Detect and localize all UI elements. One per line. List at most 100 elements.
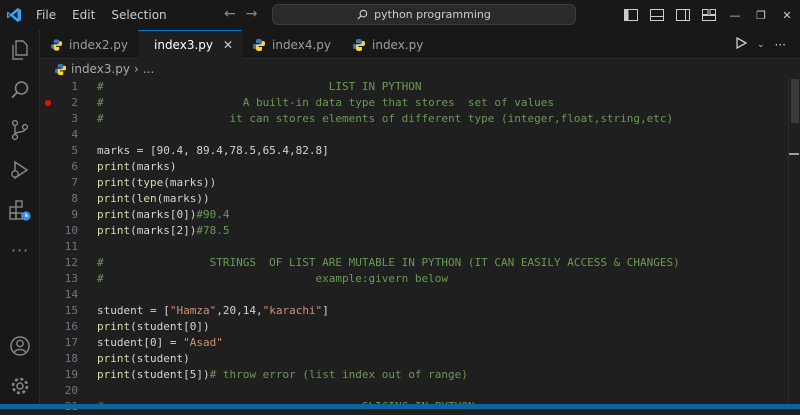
line-number: 19 [64, 368, 78, 381]
close-tab-icon[interactable]: ✕ [223, 38, 233, 52]
tab-label: index2.py [69, 37, 128, 52]
run-file-icon[interactable] [736, 36, 748, 52]
manage-gear-icon[interactable] [6, 372, 34, 400]
line-number: 1 [71, 80, 78, 93]
vertical-scrollbar[interactable] [788, 79, 800, 409]
close-window-icon[interactable]: ✕ [774, 0, 800, 30]
tab-index[interactable]: index.py [342, 30, 438, 59]
nav-arrows: ← → [224, 6, 257, 22]
editor-tabs: index2.py index3.py ✕ index4.py index.py [40, 30, 800, 59]
menu-edit[interactable]: Edit [64, 8, 103, 22]
code-token: "Asad" [183, 336, 223, 349]
code-token: len [136, 192, 157, 205]
code-line[interactable]: print(student) [97, 351, 190, 367]
code-token: print [97, 208, 131, 221]
breadcrumb: index3.py › ... [40, 59, 800, 79]
code-token: (marks) [130, 160, 177, 173]
code-line[interactable]: # it can stores elements of different ty… [97, 111, 673, 127]
code-line[interactable]: print(marks[2])#78.5 [97, 223, 229, 239]
code-line[interactable]: print(type(marks)) [97, 175, 216, 191]
python-file-icon [253, 38, 265, 51]
code-line[interactable]: print(student[5])# throw error (list ind… [97, 367, 468, 383]
code-line[interactable]: print(marks) [97, 159, 176, 175]
status-bar [0, 404, 800, 409]
chevron-down-icon[interactable]: ⌄ [757, 40, 765, 50]
code-token: # STRINGS OF LIST ARE MUTABLE IN PYTHON … [97, 256, 680, 269]
line-number: 20 [64, 384, 78, 397]
toggle-panel-icon[interactable] [644, 0, 670, 30]
restore-icon[interactable]: ❐ [748, 0, 774, 30]
minimize-icon[interactable]: — [722, 0, 748, 30]
line-number: 11 [64, 240, 78, 253]
menu-file[interactable]: File [28, 8, 64, 22]
breakpoint-dot[interactable] [45, 100, 51, 106]
forward-arrow-icon[interactable]: → [246, 6, 258, 22]
python-file-icon [353, 38, 365, 51]
chevron-right-icon: › [134, 62, 139, 76]
code-token: # LIST IN PYTHON [97, 80, 422, 93]
overview-ruler-cursor [789, 153, 799, 155]
line-number: 9 [71, 208, 78, 221]
code-token: print [97, 352, 131, 365]
more-actions-icon[interactable]: ··· [775, 38, 786, 52]
back-arrow-icon[interactable]: ← [224, 6, 236, 22]
code-token: (marks[2]) [130, 224, 197, 237]
tab-index4[interactable]: index4.py [242, 30, 342, 59]
tab-index3[interactable]: index3.py ✕ [138, 30, 242, 59]
tab-label: index3.py [154, 38, 213, 52]
account-icon[interactable] [6, 332, 34, 360]
line-number: 3 [71, 112, 78, 125]
code-line[interactable]: # LIST IN PYTHON [97, 79, 422, 95]
code-token: #90.4 [196, 208, 230, 221]
code-line[interactable]: print(marks[0])#90.4 [97, 207, 229, 223]
line-number-gutter[interactable]: 123456789101112131415161718192021 [40, 79, 88, 413]
search-icon [357, 9, 368, 20]
tab-label: index.py [372, 37, 424, 52]
code-token: (student[5]) [130, 368, 210, 381]
code-token: (marks)) [156, 192, 210, 205]
line-number: 18 [64, 352, 78, 365]
code-line[interactable]: # STRINGS OF LIST ARE MUTABLE IN PYTHON … [97, 255, 680, 271]
source-control-icon[interactable] [6, 116, 34, 144]
code-token: ( [130, 176, 137, 189]
python-file-icon [50, 38, 63, 51]
code-token: (student[0]) [130, 320, 210, 333]
tab-label: index4.py [272, 37, 331, 52]
search-sidebar-icon[interactable] [6, 76, 34, 104]
breadcrumb-more[interactable]: ... [143, 62, 154, 76]
title-bar: File Edit Selection ← → python programmi… [0, 0, 800, 30]
toggle-primary-sidebar-icon[interactable] [618, 0, 644, 30]
code-editor[interactable]: # LIST IN PYTHON # A built-in data type t… [97, 79, 787, 409]
code-line[interactable]: # A built-in data type that stores set o… [97, 95, 554, 111]
run-and-debug-icon[interactable] [6, 156, 34, 184]
code-line[interactable]: print(student[0]) [97, 319, 210, 335]
code-line[interactable]: print(len(marks)) [97, 191, 210, 207]
tab-index2[interactable]: index2.py [40, 30, 138, 59]
command-center-search[interactable]: python programming [272, 4, 576, 25]
code-token: (student) [130, 352, 190, 365]
extensions-icon[interactable] [6, 196, 34, 224]
code-line[interactable]: marks = [90.4, 89.4,78.5,65.4,82.8] [97, 143, 329, 159]
code-token: # example:givern below [97, 272, 448, 285]
search-text: python programming [374, 8, 491, 21]
explorer-icon[interactable] [6, 36, 34, 64]
code-line[interactable]: # example:givern below [97, 271, 448, 287]
line-number: 15 [64, 304, 78, 317]
line-number: 5 [71, 144, 78, 157]
code-token: print [97, 368, 131, 381]
line-number: 17 [64, 336, 78, 349]
breadcrumb-file[interactable]: index3.py [71, 62, 130, 76]
code-token: student[0] = [97, 336, 184, 349]
code-token: #78.5 [196, 224, 230, 237]
toggle-secondary-sidebar-icon[interactable] [670, 0, 696, 30]
code-line[interactable]: student = ["Hamza",20,14,"karachi"] [97, 303, 329, 319]
scrollbar-thumb[interactable] [791, 79, 799, 123]
customize-layout-icon[interactable] [696, 0, 722, 30]
code-line[interactable]: student[0] = "Asad" [97, 335, 223, 351]
line-number: 16 [64, 320, 78, 333]
more-views-icon[interactable]: ··· [6, 236, 34, 264]
menu-selection[interactable]: Selection [103, 8, 174, 22]
python-file-icon [54, 63, 67, 75]
line-number: 10 [64, 224, 78, 237]
vscode-logo-icon [0, 0, 28, 30]
